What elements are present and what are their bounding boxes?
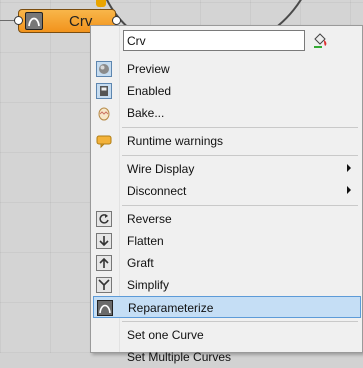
- menu-item-label: Enabled: [127, 84, 172, 98]
- menu-item-label: Wire Display: [127, 162, 195, 176]
- menu-item-set-multiple-curves[interactable]: Set Multiple Curves: [93, 346, 361, 368]
- menu-item-enabled[interactable]: Enabled: [93, 80, 361, 102]
- menu-item-label: Reverse: [127, 212, 172, 226]
- reparameterize-icon: [97, 300, 113, 316]
- menu-item-wire-display[interactable]: Wire Display: [93, 158, 361, 180]
- menu-item-reparameterize[interactable]: Reparameterize: [93, 296, 361, 318]
- menu-separator: [122, 321, 358, 322]
- menu-item-label: Bake...: [127, 106, 165, 120]
- component-label: Crv: [69, 13, 93, 30]
- menu-item-simplify[interactable]: Simplify: [93, 274, 361, 296]
- simplify-icon: [96, 277, 112, 293]
- preview-sphere-icon: [96, 61, 112, 77]
- input-wire: [0, 20, 15, 21]
- component-edge: [96, 0, 106, 7]
- input-grip[interactable]: [14, 16, 23, 25]
- output-grip[interactable]: [112, 16, 121, 25]
- menu-separator: [122, 127, 358, 128]
- menu-item-preview[interactable]: Preview: [93, 58, 361, 80]
- enabled-icon: [96, 83, 112, 99]
- menu-item-runtime-warnings[interactable]: Runtime warnings: [93, 130, 361, 152]
- menu-item-disconnect[interactable]: Disconnect: [93, 180, 361, 202]
- menu-item-set-one-curve[interactable]: Set one Curve: [93, 324, 361, 346]
- menu-item-label: Reparameterize: [128, 301, 214, 315]
- menu-item-label: Preview: [127, 62, 170, 76]
- paint-bucket-icon[interactable]: [312, 33, 330, 49]
- menu-separator: [122, 205, 358, 206]
- menu-item-bake[interactable]: Bake...: [93, 102, 361, 124]
- flatten-icon: [96, 233, 112, 249]
- warning-balloon-icon: [96, 135, 112, 149]
- submenu-arrow-icon: [347, 186, 351, 194]
- menu-item-label: Set one Curve: [127, 328, 204, 342]
- reverse-icon: [96, 211, 112, 227]
- menu-item-label: Graft: [127, 256, 154, 270]
- menu-item-graft[interactable]: Graft: [93, 252, 361, 274]
- menu-item-label: Flatten: [127, 234, 164, 248]
- graft-icon: [96, 255, 112, 271]
- component-name-field[interactable]: [123, 30, 305, 51]
- menu-item-reverse[interactable]: Reverse: [93, 208, 361, 230]
- menu-item-label: Simplify: [127, 278, 170, 292]
- menu-item-label: Runtime warnings: [127, 134, 224, 148]
- bake-egg-icon: [98, 107, 110, 121]
- submenu-arrow-icon: [347, 164, 351, 172]
- curve-param-icon: [25, 12, 43, 30]
- menu-item-label: Set Multiple Curves: [127, 350, 232, 364]
- menu-item-label: Disconnect: [127, 184, 187, 198]
- menu-item-flatten[interactable]: Flatten: [93, 230, 361, 252]
- context-menu: Preview Enabled Bake... Runtime warnings…: [90, 25, 363, 364]
- menu-separator: [122, 155, 358, 156]
